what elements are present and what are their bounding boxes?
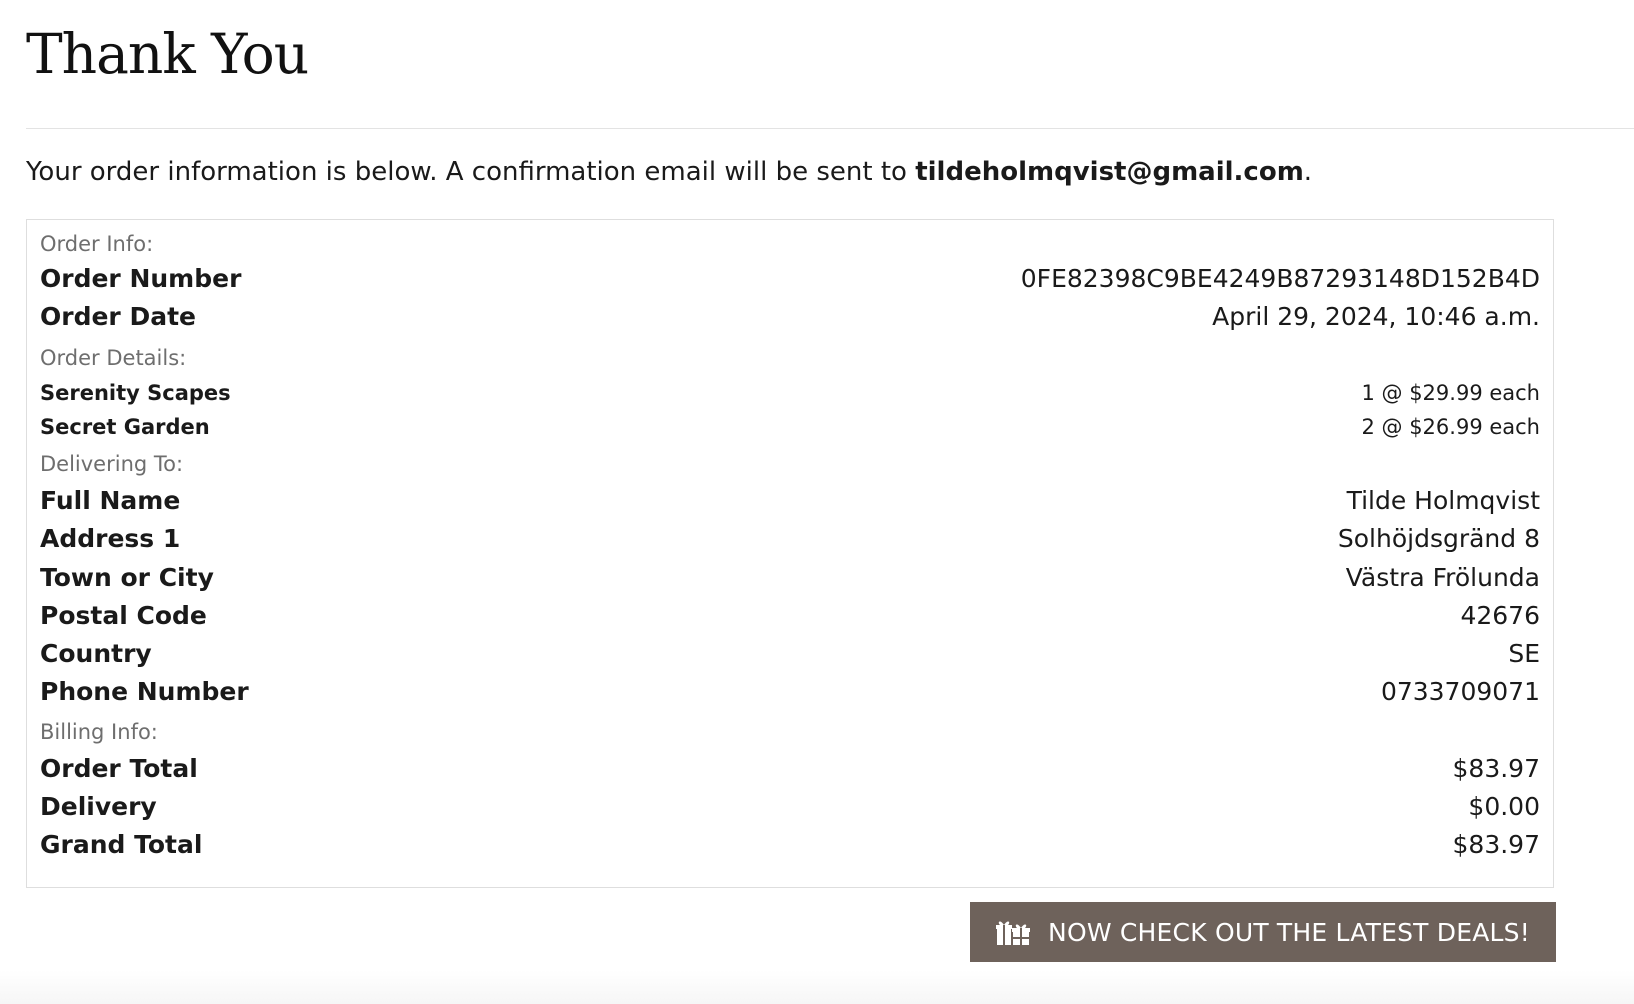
billing-field-row: Grand Total $83.97 xyxy=(40,830,1540,859)
order-total-label: Order Total xyxy=(40,754,198,783)
order-number-row: Order Number 0FE82398C9BE4249B87293148D1… xyxy=(40,264,1540,293)
address-1-value: Solhöjdsgränd 8 xyxy=(1337,524,1540,553)
footer-shadow xyxy=(0,970,1634,1004)
latest-deals-label: NOW CHECK OUT THE LATEST DEALS! xyxy=(1048,917,1530,947)
order-date-label: Order Date xyxy=(40,302,196,331)
order-details-heading-row: Order Details: xyxy=(40,346,1540,370)
billing-field-row: Delivery $0.00 xyxy=(40,792,1540,821)
order-item-qty-price: 2 @ $26.99 each xyxy=(1361,415,1540,439)
order-item-qty-price: 1 @ $29.99 each xyxy=(1361,381,1540,405)
order-item-name: Serenity Scapes xyxy=(40,381,231,405)
title-divider xyxy=(26,128,1634,129)
order-number-value: 0FE82398C9BE4249B87293148D152B4D xyxy=(1020,264,1540,293)
grand-total-label: Grand Total xyxy=(40,830,203,859)
town-city-value: Västra Frölunda xyxy=(1345,563,1540,592)
country-value: SE xyxy=(1508,639,1540,668)
customer-email: tildeholmqvist@gmail.com xyxy=(915,157,1304,187)
section-heading-delivering-to: Delivering To: xyxy=(40,452,184,476)
order-item-row: Secret Garden 2 @ $26.99 each xyxy=(40,415,1540,439)
order-number-label: Order Number xyxy=(40,264,242,293)
delivery-field-row: Address 1 Solhöjdsgränd 8 xyxy=(40,524,1540,553)
order-item-row: Serenity Scapes 1 @ $29.99 each xyxy=(40,381,1540,405)
billing-info-heading-row: Billing Info: xyxy=(40,720,1540,744)
intro-text: Your order information is below. A confi… xyxy=(26,157,916,187)
delivery-field-row: Town or City Västra Frölunda xyxy=(40,563,1540,592)
delivery-field-row: Country SE xyxy=(40,639,1540,668)
address-1-label: Address 1 xyxy=(40,524,181,553)
postal-code-value: 42676 xyxy=(1460,601,1540,630)
phone-number-label: Phone Number xyxy=(40,677,249,706)
phone-number-value: 0733709071 xyxy=(1380,677,1540,706)
page-title: Thank You xyxy=(26,22,309,86)
delivery-cost-label: Delivery xyxy=(40,792,157,821)
delivery-cost-value: $0.00 xyxy=(1468,792,1540,821)
delivery-field-row: Phone Number 0733709071 xyxy=(40,677,1540,706)
delivery-field-row: Postal Code 42676 xyxy=(40,601,1540,630)
confirmation-message: Your order information is below. A confi… xyxy=(26,157,1312,187)
grand-total-value: $83.97 xyxy=(1452,830,1540,859)
order-summary-card: Order Info: Order Number 0FE82398C9BE424… xyxy=(26,219,1554,888)
gift-icon xyxy=(996,918,1031,946)
order-date-row: Order Date April 29, 2024, 10:46 a.m. xyxy=(40,302,1540,331)
section-heading-order-info: Order Info: xyxy=(40,232,154,256)
order-date-value: April 29, 2024, 10:46 a.m. xyxy=(1212,302,1540,331)
billing-field-row: Order Total $83.97 xyxy=(40,754,1540,783)
town-city-label: Town or City xyxy=(40,563,214,592)
section-heading-order-details: Order Details: xyxy=(40,346,187,370)
section-heading-billing-info: Billing Info: xyxy=(40,720,158,744)
order-total-value: $83.97 xyxy=(1452,754,1540,783)
delivery-field-row: Full Name Tilde Holmqvist xyxy=(40,486,1540,515)
intro-suffix: . xyxy=(1303,157,1313,187)
full-name-label: Full Name xyxy=(40,486,181,515)
order-info-heading-row: Order Info: xyxy=(40,232,1540,256)
order-item-name: Secret Garden xyxy=(40,415,210,439)
full-name-value: Tilde Holmqvist xyxy=(1346,486,1540,515)
latest-deals-button[interactable]: NOW CHECK OUT THE LATEST DEALS! xyxy=(970,902,1556,962)
country-label: Country xyxy=(40,639,152,668)
delivering-to-heading-row: Delivering To: xyxy=(40,452,1540,476)
postal-code-label: Postal Code xyxy=(40,601,207,630)
